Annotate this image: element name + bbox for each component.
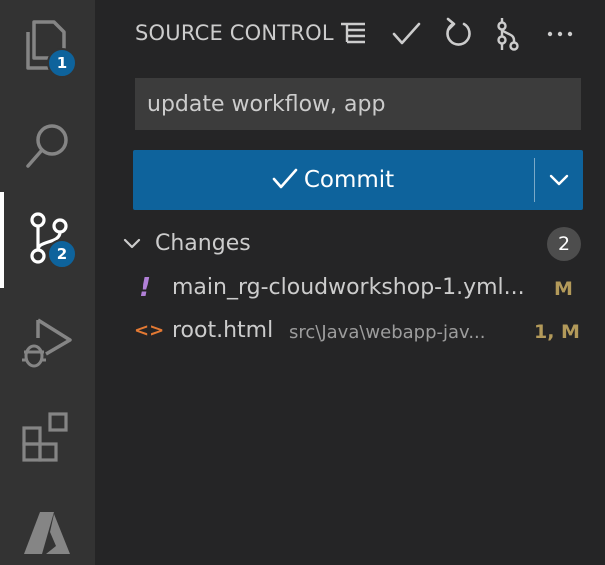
- activity-bar: 1 2: [0, 0, 95, 565]
- file-status: M: [554, 278, 573, 300]
- source-control-badge: 2: [47, 239, 77, 269]
- changes-group-header[interactable]: Changes 2: [115, 224, 585, 264]
- activity-extensions[interactable]: [0, 394, 95, 474]
- azure-icon: [24, 512, 70, 554]
- activity-explorer[interactable]: 1: [0, 6, 95, 86]
- search-icon: [26, 124, 68, 168]
- commit-button-group: Commit: [133, 150, 583, 210]
- change-item[interactable]: ! main_rg-cloudworkshop-1.yml... M: [130, 268, 600, 310]
- commit-button-label: Commit: [303, 167, 395, 193]
- view-as-tree-button[interactable]: [337, 16, 373, 52]
- source-control-panel: SOURCE CONTROL update workflow, app Comm…: [95, 0, 605, 565]
- html-code-icon: <>: [134, 320, 165, 341]
- file-path: src\Java\webapp-jav...: [289, 322, 486, 343]
- explorer-badge: 1: [47, 48, 77, 78]
- graph-button[interactable]: [492, 16, 528, 52]
- panel-title: SOURCE CONTROL: [135, 21, 334, 45]
- refresh-button[interactable]: [440, 16, 476, 52]
- activity-azure[interactable]: [0, 490, 95, 565]
- commit-check-button[interactable]: [389, 16, 425, 52]
- check-icon: [392, 22, 421, 45]
- activity-source-control[interactable]: 2: [0, 192, 95, 288]
- chevron-down-icon: [549, 174, 569, 186]
- file-name: main_rg-cloudworkshop-1.yml...: [172, 275, 525, 300]
- refresh-icon: [446, 17, 471, 46]
- ellipsis-icon: [547, 31, 573, 37]
- list-tree-icon: [341, 22, 365, 44]
- exclamation-icon: !: [139, 273, 151, 303]
- commit-button[interactable]: Commit: [133, 150, 533, 210]
- check-icon: [272, 168, 298, 189]
- activity-search[interactable]: [0, 104, 95, 184]
- activity-run-debug[interactable]: [0, 300, 95, 380]
- run-debug-icon: [22, 318, 72, 368]
- commit-message-input[interactable]: [135, 78, 581, 130]
- git-graph-icon: [497, 18, 519, 51]
- extensions-icon: [22, 412, 68, 462]
- vscode-window: 1 2 SOURCE CONTROL update workflow, app …: [0, 0, 605, 565]
- changes-count-badge: 2: [547, 227, 581, 261]
- change-item[interactable]: <> root.html src\Java\webapp-jav... 1, M: [130, 311, 600, 353]
- chevron-down-icon: [123, 238, 141, 249]
- changes-label: Changes: [155, 231, 251, 256]
- more-actions-button[interactable]: [543, 16, 579, 52]
- file-name: root.html: [172, 318, 274, 343]
- file-status: 1, M: [534, 321, 580, 343]
- commit-dropdown-button[interactable]: [535, 150, 583, 210]
